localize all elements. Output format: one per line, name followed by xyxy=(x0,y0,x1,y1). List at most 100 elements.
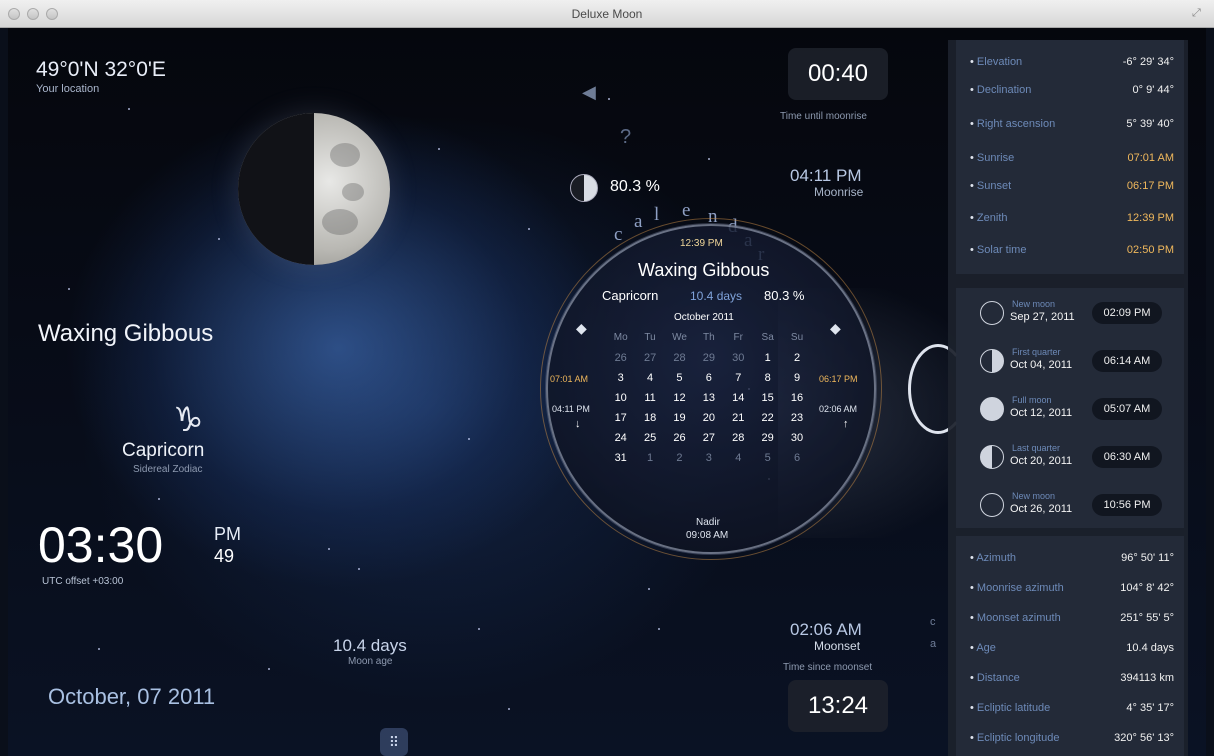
fullscreen-icon[interactable]: ⤢ xyxy=(1192,7,1206,21)
calendar-day[interactable]: 1 xyxy=(635,448,664,468)
moon-row-label: Age xyxy=(970,642,996,654)
calendar-day[interactable]: 23 xyxy=(782,408,811,428)
calendar-day[interactable]: 26 xyxy=(606,348,635,368)
next-month-button[interactable]: ◆ xyxy=(830,320,841,337)
moonset-elapsed: 13:24 xyxy=(788,680,888,732)
calendar-zenith: 12:39 PM xyxy=(680,238,723,249)
star xyxy=(468,438,470,440)
calendar-day[interactable]: 13 xyxy=(694,388,723,408)
calendar-day[interactable]: 5 xyxy=(753,448,782,468)
calendar-day[interactable]: 24 xyxy=(606,428,635,448)
calendar-month: October 2011 xyxy=(674,312,734,323)
weekday-label: We xyxy=(672,332,687,343)
weekday-label: Mo xyxy=(613,332,628,343)
calendar-day[interactable]: 30 xyxy=(782,428,811,448)
main-stage: 49°0'N 32°0'E Your location Waxing Gibbo… xyxy=(8,28,1206,756)
calendar-day[interactable]: 27 xyxy=(694,428,723,448)
new-moon-icon xyxy=(980,301,1004,325)
star xyxy=(328,548,330,550)
utc-offset: UTC offset +03:00 xyxy=(42,576,124,587)
calendar-day[interactable]: 30 xyxy=(724,348,753,368)
speaker-icon[interactable]: ◀ xyxy=(582,82,596,103)
calendar-day[interactable]: 18 xyxy=(635,408,664,428)
help-icon[interactable]: ? xyxy=(620,126,631,149)
calendar-day[interactable]: 20 xyxy=(694,408,723,429)
calendar-day[interactable]: 12 xyxy=(665,388,694,409)
down-arrow-icon: ↓ xyxy=(575,418,581,430)
calendar-day[interactable]: 28 xyxy=(665,348,694,368)
calendar-sign: Capricorn xyxy=(602,288,659,303)
location-value: 49°0'N 32°0'E xyxy=(36,58,166,81)
star xyxy=(98,648,100,650)
calendar-day[interactable]: 28 xyxy=(724,428,753,448)
calendar-day[interactable]: 10 xyxy=(606,388,635,408)
calendar-day[interactable]: 7 xyxy=(724,368,753,388)
calendar-day[interactable]: 9 xyxy=(782,368,811,388)
moonrise-countdown-label: Time until moonrise xyxy=(780,111,867,122)
sunrise-marker: 07:01 AM xyxy=(550,374,589,384)
star xyxy=(658,628,660,630)
phase-row[interactable]: Full moon Oct 12, 2011 05:07 AM xyxy=(968,390,1172,430)
moon-image xyxy=(238,113,390,265)
calendar-phase: Waxing Gibbous xyxy=(638,260,770,280)
calendar-day[interactable]: 11 xyxy=(635,388,664,408)
calendar-day[interactable]: 22 xyxy=(753,408,782,428)
calendar-day[interactable]: 29 xyxy=(694,348,723,368)
moon-section: Azimuth 96° 50' 11° Moonrise azimuth 104° 8… xyxy=(956,536,1184,756)
info-panel: Elevation -6° 29' 34° Declination 0° 9' 44°… xyxy=(948,40,1188,756)
calendar-day[interactable]: 15 xyxy=(753,388,782,408)
calendar-day[interactable]: 19 xyxy=(665,408,694,428)
calendar-day[interactable]: 14 xyxy=(724,388,753,408)
phase-row[interactable]: New moon Oct 26, 2011 10:56 PM xyxy=(968,486,1172,526)
phase-row-time: 02:09 PM xyxy=(1092,302,1162,324)
up-arrow-icon: ↑ xyxy=(843,418,849,430)
calendar-day[interactable]: 1 xyxy=(753,348,782,368)
moon-row-label: Azimuth xyxy=(970,552,1016,564)
new-moon-icon xyxy=(980,493,1004,517)
location-label: Your location xyxy=(36,83,100,95)
clock-seconds: 49 xyxy=(214,546,235,566)
moonset-time: 02:06 AM xyxy=(790,620,862,639)
calendar-day[interactable]: 17 xyxy=(606,408,635,428)
calendar-day[interactable]: 4 xyxy=(724,448,753,468)
first-quarter-icon xyxy=(980,349,1004,373)
calendar-day[interactable]: 5 xyxy=(665,368,694,388)
calendar-day[interactable]: 31 xyxy=(606,448,635,468)
sun-row-value: 06:17 PM xyxy=(1126,180,1174,192)
sun-row-value: 12:39 PM xyxy=(1126,212,1174,224)
phase-row-time: 05:07 AM xyxy=(1092,398,1162,420)
calendar-day[interactable]: 16 xyxy=(782,388,811,408)
weekday-header: Mo Tu We Th Fr Sa Su xyxy=(606,328,812,348)
calendar-day[interactable]: 3 xyxy=(694,448,723,468)
phase-row[interactable]: New moon Sep 27, 2011 02:09 PM xyxy=(968,294,1172,334)
moon-age-value: 10.4 days xyxy=(333,636,407,655)
phase-row[interactable]: Last quarter Oct 20, 2011 06:30 AM xyxy=(968,438,1172,478)
calendar-day[interactable]: 4 xyxy=(635,368,664,389)
calendar-weeks: 26 27 28 29 30 1 2 3 4 5 6 7 8 9 10 11 12 13 14 15 16 17 18 19 2… xyxy=(606,348,812,468)
calendar-day[interactable]: 2 xyxy=(665,448,694,468)
sun-row-value: 02:50 PM xyxy=(1126,244,1174,256)
calendar-day[interactable]: 27 xyxy=(635,348,664,368)
calendar-day[interactable]: 6 xyxy=(782,448,811,468)
calendar-day[interactable]: 25 xyxy=(635,428,664,448)
calendar-day[interactable]: 29 xyxy=(753,428,782,448)
moon-row-value: 10.4 days xyxy=(1126,642,1174,654)
phase-row[interactable]: First quarter Oct 04, 2011 06:14 AM xyxy=(968,342,1172,382)
sun-row-value: 0° 9' 44° xyxy=(1132,84,1174,96)
sun-row-label: Elevation xyxy=(970,56,1022,68)
calendar-day[interactable]: 2 xyxy=(782,348,811,368)
sun-row-label: Sunrise xyxy=(970,152,1014,164)
moon-row-label: Distance xyxy=(970,672,1020,684)
calendar-day[interactable]: 3 xyxy=(606,368,635,388)
phase-row-name: New moon xyxy=(1012,491,1056,501)
calendar-day[interactable]: 8 xyxy=(753,368,782,388)
grid-icon[interactable]: ⠿ xyxy=(380,728,408,756)
weekday-label: Su xyxy=(790,332,804,343)
clock-time: 03:30 xyxy=(38,517,164,573)
calendar-day[interactable]: 26 xyxy=(665,428,694,448)
prev-month-button[interactable]: ◆ xyxy=(576,320,587,337)
moonrise-marker: 04:11 PM xyxy=(552,404,590,414)
sun-section: Elevation -6° 29' 34° Declination 0° 9' 44°… xyxy=(956,40,1184,274)
calendar-day[interactable]: 21 xyxy=(724,408,753,428)
calendar-day[interactable]: 6 xyxy=(694,368,723,388)
